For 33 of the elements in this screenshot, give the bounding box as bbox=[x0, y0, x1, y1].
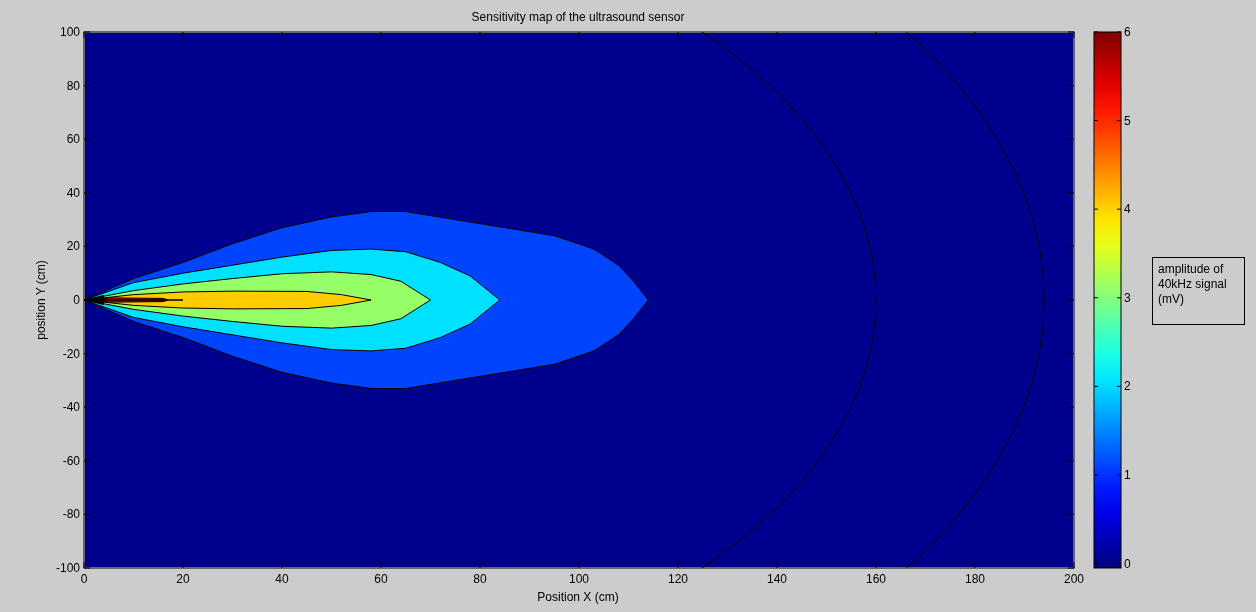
y-tick-label: 60 bbox=[66, 132, 80, 147]
x-tick-label: 20 bbox=[176, 572, 190, 586]
x-tick-label: 40 bbox=[275, 572, 289, 586]
x-tick-label: 60 bbox=[374, 572, 388, 586]
y-tick-label: -80 bbox=[62, 507, 80, 522]
chart-title: Sensitivity map of the ultrasound sensor bbox=[471, 10, 685, 24]
x-axis-label: Position X (cm) bbox=[537, 590, 619, 604]
y-tick-label: 40 bbox=[66, 185, 80, 200]
y-axis-label: position Y (cm) bbox=[34, 260, 48, 340]
colorbar-tick-label: 4 bbox=[1124, 202, 1131, 217]
colorbar-tick-label: 0 bbox=[1124, 556, 1131, 571]
x-tick-label: 180 bbox=[965, 572, 985, 586]
y-tick-label: 80 bbox=[66, 78, 80, 93]
colorbar-tick-label: 5 bbox=[1124, 113, 1131, 128]
x-tick-label: 0 bbox=[80, 572, 88, 586]
y-tick-label: 20 bbox=[66, 239, 80, 254]
colorbar-tick-label: 1 bbox=[1124, 468, 1131, 482]
y-tick-label: 100 bbox=[59, 25, 80, 39]
colorbar-tick-label: 3 bbox=[1124, 290, 1131, 305]
x-tick-label: 200 bbox=[1064, 572, 1084, 586]
x-tick-label: 120 bbox=[668, 572, 688, 586]
y-tick-label: 0 bbox=[73, 293, 80, 307]
x-tick-label: 100 bbox=[569, 572, 589, 586]
x-tick-label: 140 bbox=[767, 572, 787, 586]
y-tick-label: -20 bbox=[62, 346, 80, 361]
x-tick-label: 160 bbox=[866, 572, 886, 586]
colorbar-tick-label: 2 bbox=[1124, 379, 1131, 394]
colorbar-label: amplitude of 40kHz signal (mV) bbox=[1152, 257, 1245, 325]
colorbar-tick-label: 6 bbox=[1124, 25, 1131, 39]
y-tick-label: -60 bbox=[62, 453, 80, 468]
y-tick-label: -100 bbox=[55, 561, 80, 575]
y-tick-label: -40 bbox=[62, 400, 80, 415]
x-tick-label: 80 bbox=[473, 572, 487, 586]
